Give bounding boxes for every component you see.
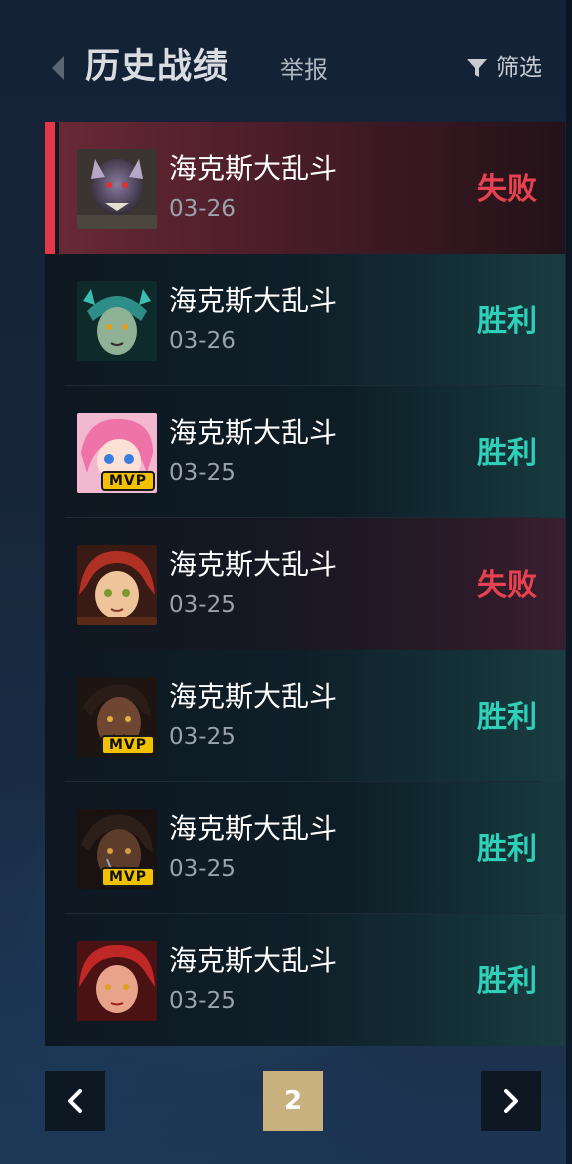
game-mode-name: 海克斯大乱斗 <box>169 416 338 449</box>
match-result: 失败 <box>477 172 537 207</box>
match-row[interactable]: MVP 海克斯大乱斗 03-25 胜利 <box>45 386 565 518</box>
right-edge <box>566 0 572 1164</box>
match-result: 胜利 <box>477 304 537 339</box>
champion-portrait-icon <box>77 941 157 1021</box>
prev-page-button[interactable] <box>45 1071 105 1131</box>
filter-button[interactable]: 筛选 <box>466 52 542 84</box>
selected-indicator <box>45 122 55 254</box>
match-row[interactable]: MVP 海克斯大乱斗 03-25 胜利 <box>45 650 565 782</box>
match-row[interactable]: 海克斯大乱斗 03-26 胜利 <box>45 254 565 386</box>
game-mode-name: 海克斯大乱斗 <box>169 152 338 185</box>
mvp-badge: MVP <box>101 735 155 755</box>
selected-indicator-gap <box>55 122 59 254</box>
current-page-button[interactable]: 2 <box>263 1071 323 1131</box>
game-mode-name: 海克斯大乱斗 <box>169 284 338 317</box>
match-row[interactable]: 海克斯大乱斗 03-25 胜利 <box>45 914 565 1046</box>
match-date: 03-25 <box>169 460 236 486</box>
match-date: 03-26 <box>169 328 236 354</box>
match-date: 03-25 <box>169 724 236 750</box>
champion-portrait-icon: MVP <box>77 677 157 757</box>
match-list: 海克斯大乱斗 03-26 失败 海克斯大乱斗 03-26 胜利 MVP 海克斯大… <box>45 122 565 1046</box>
header: 历史战绩 举报 筛选 <box>0 0 572 120</box>
report-link[interactable]: 举报 <box>280 54 328 86</box>
game-mode-name: 海克斯大乱斗 <box>169 548 338 581</box>
filter-icon <box>467 59 487 77</box>
game-mode-name: 海克斯大乱斗 <box>169 680 338 713</box>
match-date: 03-26 <box>169 196 236 222</box>
game-mode-name: 海克斯大乱斗 <box>169 812 338 845</box>
chevron-right-icon <box>504 1089 518 1113</box>
champion-portrait-icon <box>77 545 157 625</box>
match-date: 03-25 <box>169 856 236 882</box>
match-date: 03-25 <box>169 592 236 618</box>
champion-portrait-icon: MVP <box>77 413 157 493</box>
match-result: 胜利 <box>477 436 537 471</box>
chevron-left-icon <box>68 1089 82 1113</box>
champion-portrait-icon <box>77 281 157 361</box>
champion-portrait-icon <box>77 149 157 229</box>
match-result: 胜利 <box>477 832 537 867</box>
match-result: 胜利 <box>477 700 537 735</box>
mvp-badge: MVP <box>101 471 155 491</box>
back-arrow-icon[interactable] <box>50 56 66 80</box>
page-title: 历史战绩 <box>85 47 230 87</box>
next-page-button[interactable] <box>481 1071 541 1131</box>
match-row[interactable]: 海克斯大乱斗 03-25 失败 <box>45 518 565 650</box>
match-row[interactable]: 海克斯大乱斗 03-26 失败 <box>45 122 565 254</box>
match-result: 胜利 <box>477 964 537 999</box>
filter-label: 筛选 <box>496 55 542 81</box>
champion-portrait-icon: MVP <box>77 809 157 889</box>
mvp-badge: MVP <box>101 867 155 887</box>
match-row[interactable]: MVP 海克斯大乱斗 03-25 胜利 <box>45 782 565 914</box>
match-date: 03-25 <box>169 988 236 1014</box>
match-result: 失败 <box>477 568 537 603</box>
game-mode-name: 海克斯大乱斗 <box>169 944 338 977</box>
